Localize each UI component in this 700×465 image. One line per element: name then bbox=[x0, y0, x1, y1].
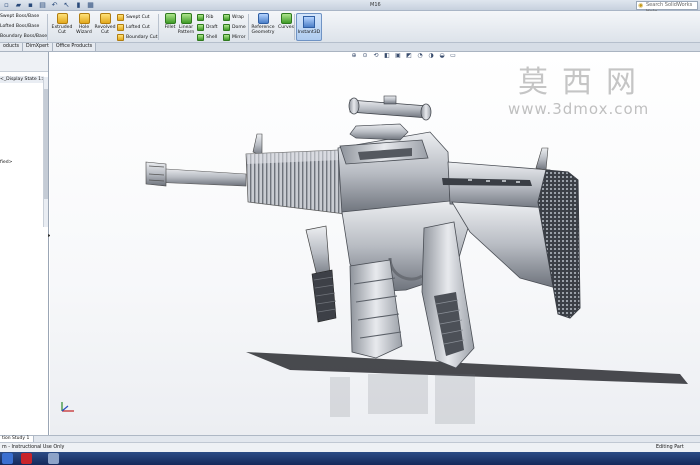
quick-access-toolbar: ▫ ▰ ▪ ▤ ↶ ↖ ▮ ▦ bbox=[2, 1, 95, 9]
lofted-cut-button[interactable]: Lofted Cut bbox=[117, 22, 158, 32]
boss-base-column: Swept Boss/Base Lofted Boss/Base Boundar… bbox=[0, 12, 47, 42]
instant3d-icon bbox=[303, 16, 315, 28]
undo-icon[interactable]: ↶ bbox=[50, 1, 59, 9]
solidworks-taskbar-icon[interactable] bbox=[21, 453, 32, 464]
taskbar-app-icon[interactable] bbox=[48, 453, 59, 464]
lofted-cut-icon bbox=[117, 23, 124, 31]
dome-icon bbox=[223, 23, 230, 31]
front-sight bbox=[252, 133, 263, 157]
boundary-boss-button[interactable]: Boundary Boss/Base bbox=[0, 32, 47, 42]
separator bbox=[248, 14, 249, 40]
instant3d-button[interactable]: Instant3D bbox=[296, 13, 322, 41]
window-title: M16 bbox=[370, 2, 381, 8]
swept-boss-button[interactable]: Swept Boss/Base bbox=[0, 12, 46, 22]
swept-cut-button[interactable]: Swept Cut bbox=[117, 12, 158, 22]
extruded-cut-icon bbox=[56, 13, 68, 24]
tab-dimxpert[interactable]: DimXpert bbox=[23, 43, 53, 51]
search-icon: ◉ bbox=[638, 2, 644, 9]
revolved-cut-icon bbox=[99, 13, 111, 24]
extruded-cut-button[interactable]: Extruded Cut bbox=[50, 13, 74, 35]
wrap-button[interactable]: Wrap bbox=[223, 12, 246, 22]
command-manager: Swept Boss/Base Lofted Boss/Base Boundar… bbox=[0, 11, 700, 43]
search-input[interactable]: ◉ Search SolidWorks Help bbox=[636, 1, 698, 15]
reference-geometry-icon bbox=[257, 13, 269, 24]
boundary-cut-button[interactable]: Boundary Cut bbox=[117, 32, 158, 42]
swept-cut-icon bbox=[117, 13, 124, 21]
dome-button[interactable]: Dome bbox=[223, 22, 246, 32]
scroll-thumb[interactable] bbox=[44, 89, 48, 199]
tree-scrollbar[interactable] bbox=[43, 77, 48, 227]
windows-taskbar bbox=[0, 452, 700, 465]
feature-manager-toolbar bbox=[0, 52, 48, 72]
status-bar: m - Instructional Use Only Editing Part bbox=[0, 442, 700, 452]
rebuild-icon[interactable]: ▮ bbox=[74, 1, 83, 9]
watermark-chinese: 莫西网 bbox=[518, 65, 650, 100]
reference-geometry-button[interactable]: Reference Geometry bbox=[250, 13, 276, 35]
separator bbox=[47, 14, 48, 40]
model-reflection bbox=[330, 374, 475, 424]
tab-features[interactable]: oducts bbox=[0, 43, 24, 51]
orientation-triad-icon bbox=[61, 402, 74, 412]
sling-loop bbox=[535, 147, 549, 171]
new-icon[interactable]: ▫ bbox=[2, 1, 11, 9]
wrap-column: Wrap Dome Mirror bbox=[223, 12, 246, 42]
shell-button[interactable]: Shell bbox=[197, 32, 218, 42]
mirror-icon bbox=[223, 33, 230, 41]
boundary-cut-icon bbox=[117, 33, 124, 41]
feature-manager-panel: <_Display State 1> fied> bbox=[0, 52, 49, 435]
tree-item[interactable]: fied> bbox=[0, 160, 13, 165]
status-mode-text: Editing Part bbox=[656, 445, 684, 450]
rib-icon bbox=[197, 13, 204, 21]
command-manager-tabs: oducts DimXpert Office Products bbox=[0, 43, 700, 52]
start-button[interactable] bbox=[2, 453, 13, 464]
lofted-boss-button[interactable]: Lofted Boss/Base bbox=[0, 22, 46, 32]
draft-icon bbox=[197, 23, 204, 31]
mirror-button[interactable]: Mirror bbox=[223, 32, 246, 42]
graphics-area[interactable]: ⊕ ⊙ ⟲ ◧ ▣ ◩ ◔ ◑ ◒ ▭ 莫西网 www.3dmox.com bbox=[50, 52, 700, 435]
shell-icon bbox=[197, 33, 204, 41]
watermark-url: www.3dmox.com bbox=[508, 100, 650, 118]
scope-mount bbox=[349, 123, 409, 141]
options-icon[interactable]: ▦ bbox=[86, 1, 95, 9]
title-bar: ▫ ▰ ▪ ▤ ↶ ↖ ▮ ▦ M16 ◉ Search SolidWorks … bbox=[0, 0, 700, 15]
revolved-cut-button[interactable]: Revolved Cut bbox=[93, 13, 117, 35]
rib-button[interactable]: Rib bbox=[197, 12, 218, 22]
linear-pattern-button[interactable]: Linear Pattern bbox=[174, 13, 198, 35]
select-icon[interactable]: ↖ bbox=[62, 1, 71, 9]
open-icon[interactable]: ▰ bbox=[14, 1, 23, 9]
hole-wizard-icon bbox=[78, 13, 90, 24]
separator bbox=[294, 14, 295, 40]
linear-pattern-icon bbox=[180, 13, 192, 24]
cut-column: Swept Cut Lofted Cut Boundary Cut bbox=[117, 12, 158, 42]
save-icon[interactable]: ▪ bbox=[26, 1, 35, 9]
tab-office-products[interactable]: Office Products bbox=[52, 43, 97, 51]
display-state-label[interactable]: <_Display State 1> bbox=[0, 76, 44, 83]
draft-button[interactable]: Draft bbox=[197, 22, 218, 32]
curves-icon bbox=[280, 13, 292, 24]
bottom-tab-bar: tion Study 1 bbox=[0, 435, 700, 442]
wrap-icon bbox=[223, 13, 230, 21]
print-icon[interactable]: ▤ bbox=[38, 1, 47, 9]
status-license-text: m - Instructional Use Only bbox=[2, 445, 65, 450]
rib-column: Rib Draft Shell bbox=[197, 12, 218, 42]
